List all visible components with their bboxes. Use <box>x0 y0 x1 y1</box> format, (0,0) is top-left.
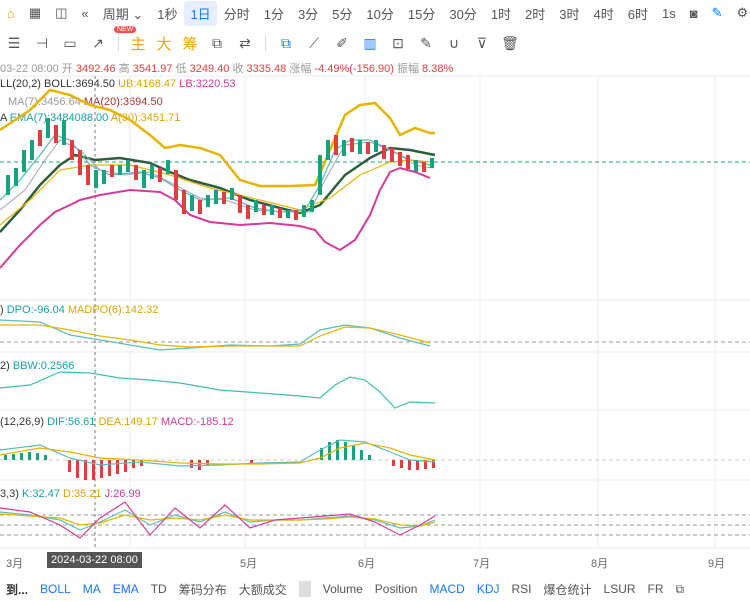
dpo-prefix: ) <box>0 304 4 316</box>
macd-name: (12,26,9) <box>0 416 45 428</box>
bbw-prefix: 2) <box>0 360 10 372</box>
macd-dea-line <box>0 442 436 465</box>
expand-icon[interactable]: ⧉ <box>670 582 691 597</box>
indicator-left[interactable]: 到... <box>0 581 34 598</box>
macd-legend: (12,26,9) DIF:56.61 DEA:149.17 MACD:-185… <box>0 416 234 428</box>
kdj-name: 3,3) <box>0 488 19 500</box>
indicator-rsi[interactable]: RSI <box>506 582 538 596</box>
madpo-value: MADPO(6):142.32 <box>67 304 159 316</box>
bbw-legend: 2) BBW:0.2566 <box>0 360 74 372</box>
macd-dif: DIF:56.61 <box>47 416 96 428</box>
chart-canvas[interactable] <box>0 0 750 560</box>
crosshair-time-label: 2024-03-22 08:00 <box>47 552 142 568</box>
indicator-position[interactable]: Position <box>369 582 424 596</box>
month-label: 6月 <box>358 558 376 570</box>
indicator-big-trades[interactable]: 大额成交 <box>233 581 293 598</box>
indicator-volume[interactable]: Volume <box>317 582 369 596</box>
kdj-d: D:35.21 <box>63 488 102 500</box>
month-label: 5月 <box>240 558 258 570</box>
kdj-legend: 3,3) K:32.47 D:35.21 J:26.99 <box>0 488 141 500</box>
indicator-td[interactable]: TD <box>145 582 173 596</box>
dpo-legend: ) DPO:-96.04 MADPO(6):142.32 <box>0 304 158 316</box>
dpo-value: DPO:-96.04 <box>6 304 65 316</box>
month-label: 8月 <box>591 558 609 570</box>
month-label: 3月 <box>6 558 24 570</box>
indicator-ema[interactable]: EMA <box>107 582 145 596</box>
indicator-fr[interactable]: FR <box>642 582 670 596</box>
kdj-j: J:26.99 <box>104 488 141 500</box>
indicator-chips[interactable]: 筹码分布 <box>173 581 233 598</box>
macd-value: MACD:-185.12 <box>160 416 234 428</box>
macd-dea: DEA:149.17 <box>98 416 158 428</box>
indicator-kdj[interactable]: KDJ <box>471 582 506 596</box>
indicator-boll[interactable]: BOLL <box>34 582 77 596</box>
indicator-lsur[interactable]: LSUR <box>598 582 642 596</box>
month-label: 9月 <box>708 558 726 570</box>
kdj-k: K:32.47 <box>22 488 60 500</box>
bbw-value: BBW:0.2566 <box>12 360 75 372</box>
indicator-macd[interactable]: MACD <box>423 582 470 596</box>
bbw-line <box>0 371 436 409</box>
indicator-bar: 到... BOLL MA EMA TD 筹码分布 大额成交 Volume Pos… <box>0 578 750 600</box>
indicator-ma[interactable]: MA <box>77 582 107 596</box>
divider <box>298 581 311 597</box>
month-label: 7月 <box>473 558 491 570</box>
indicator-liquidation[interactable]: 爆仓统计 <box>538 581 598 598</box>
